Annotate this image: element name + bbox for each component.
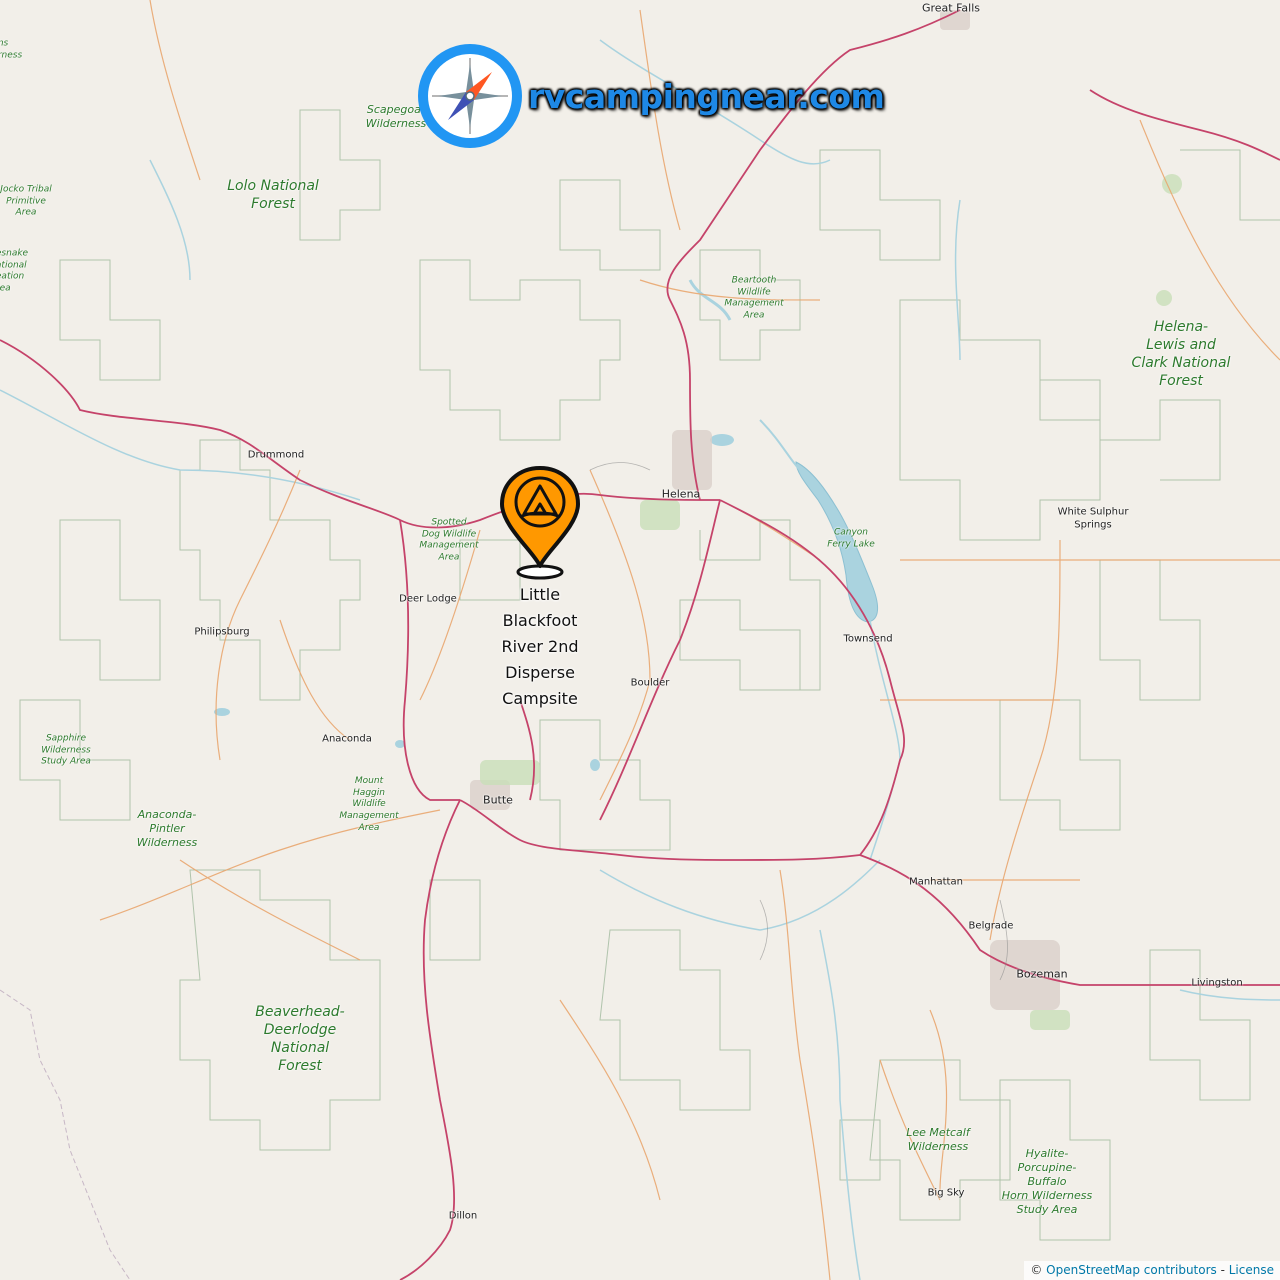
park-rattlesnake: esnake ational eation rea <box>0 248 29 294</box>
site-logo[interactable]: rvcampingnear.com <box>414 40 885 152</box>
place-white-sulphur-2: Springs <box>1074 519 1112 531</box>
tent-pin-icon[interactable] <box>498 464 582 580</box>
campsite-label-line-5: Campsite <box>502 689 578 708</box>
place-big-sky: Big Sky <box>927 1187 965 1199</box>
park-mount-haggin: Mount Haggin Wildlife Management Area <box>339 775 399 833</box>
campsite-label[interactable]: Little Blackfoot River 2nd Disperse Camp… <box>501 582 578 712</box>
map-view[interactable]: Great Falls Drummond Helena White Sulphu… <box>0 0 1280 1280</box>
place-white-sulphur-1: White Sulphur <box>1057 506 1129 518</box>
place-philipsburg: Philipsburg <box>194 626 250 638</box>
attribution-prefix: © <box>1030 1263 1047 1277</box>
park-jocko: Jocko Tribal Primitive Area <box>0 184 52 218</box>
park-anaconda-pintler: Anaconda- Pintler Wilderness <box>136 807 198 850</box>
place-helena: Helena <box>661 487 701 501</box>
place-manhattan: Manhattan <box>909 876 963 888</box>
park-beartooth: Beartooth Wildlife Management Area <box>724 275 784 321</box>
attribution-separator: - <box>1216 1263 1229 1277</box>
place-great-falls: Great Falls <box>921 1 981 15</box>
place-belgrade: Belgrade <box>968 920 1014 932</box>
license-link[interactable]: License <box>1229 1263 1274 1277</box>
place-drummond: Drummond <box>247 449 305 461</box>
park-canyon-ferry: Canyon Ferry Lake <box>827 527 875 549</box>
place-boulder: Boulder <box>630 677 670 689</box>
place-anaconda: Anaconda <box>322 733 372 745</box>
attribution: © OpenStreetMap contributors - License <box>1024 1261 1280 1280</box>
campsite-label-line-2: Blackfoot <box>502 611 578 630</box>
place-bozeman: Bozeman <box>1016 967 1068 981</box>
park-hyalite: Hyalite- Porcupine- Buffalo Horn Wildern… <box>1001 1146 1093 1217</box>
park-lolo: Lolo National Forest <box>227 178 319 212</box>
place-townsend: Townsend <box>843 633 893 645</box>
campsite-label-line-4: Disperse <box>505 663 575 682</box>
park-wilderness-edge: ns rness <box>0 38 23 60</box>
logo-text[interactable]: rvcampingnear.com <box>528 77 885 116</box>
base-map[interactable] <box>0 0 1280 1280</box>
place-livingston: Livingston <box>1191 977 1243 989</box>
compass-icon <box>418 44 522 148</box>
park-lee-metcalf: Lee Metcalf Wilderness <box>906 1125 970 1153</box>
campsite-label-line-3: River 2nd <box>501 637 579 656</box>
park-spotted-dog: Spotted Dog Wildlife Management Area <box>419 517 479 563</box>
park-sapphire: Sapphire Wilderness Study Area <box>41 733 91 767</box>
place-butte: Butte <box>483 793 513 807</box>
osm-contributors-link[interactable]: OpenStreetMap contributors <box>1046 1263 1217 1277</box>
campsite-label-line-1: Little <box>519 585 561 604</box>
park-helena-lewis-clark: Helena- Lewis and Clark National Forest <box>1131 319 1231 389</box>
place-dillon: Dillon <box>448 1210 478 1222</box>
park-beaverhead-deerlodge: Beaverhead- Deerlodge National Forest <box>255 1004 345 1074</box>
place-deer-lodge: Deer Lodge <box>399 593 457 605</box>
